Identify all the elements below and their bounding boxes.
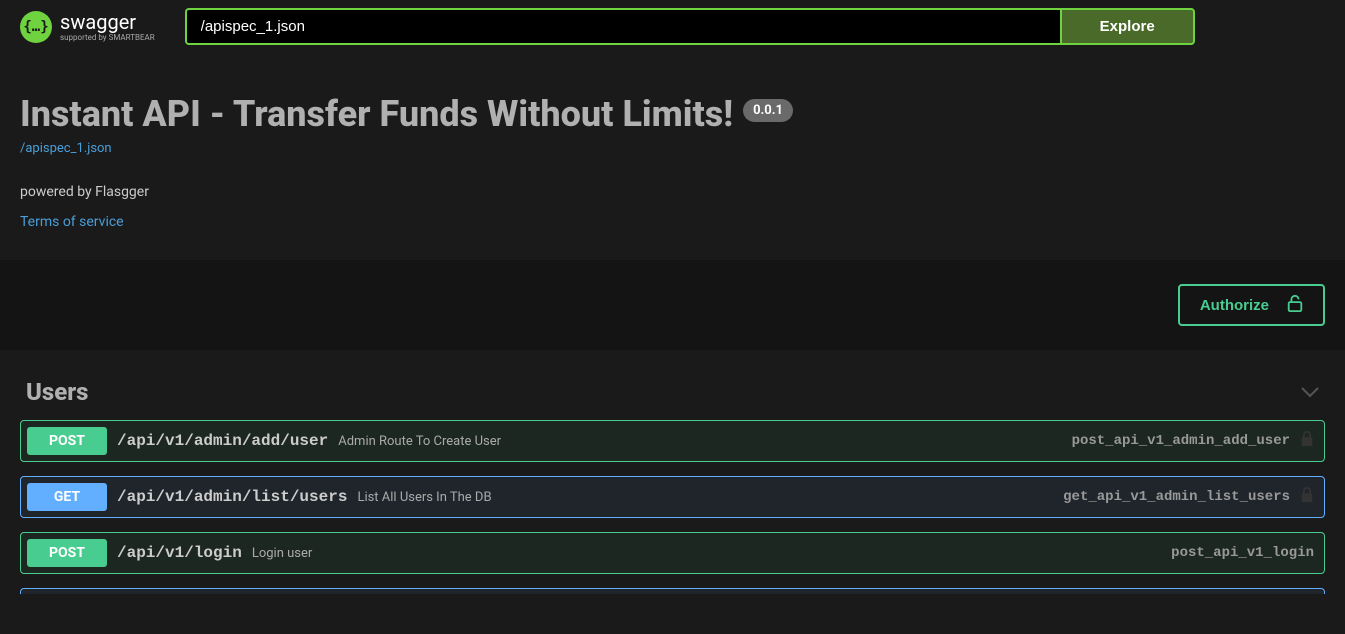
topbar: {…} swagger supported by SMARTBEAR Explo… xyxy=(0,0,1345,53)
method-badge: POST xyxy=(27,539,107,567)
chevron-down-icon xyxy=(1301,382,1319,403)
operation-row[interactable]: GET /api/v1/admin/list/users List All Us… xyxy=(20,476,1325,518)
lock-icon[interactable] xyxy=(1300,431,1314,451)
swagger-logo-icon: {…} xyxy=(20,11,52,43)
tags-section: Users POST /api/v1/admin/add/user Admin … xyxy=(0,350,1345,614)
operation-row[interactable]: POST /api/v1/login Login user post_api_v… xyxy=(20,532,1325,574)
spec-link[interactable]: /apispec_1.json xyxy=(20,141,112,156)
logo-main: swagger xyxy=(60,12,155,32)
lock-icon[interactable] xyxy=(1300,487,1314,507)
terms-of-service-link[interactable]: Terms of service xyxy=(20,214,124,230)
swagger-logo[interactable]: {…} swagger supported by SMARTBEAR xyxy=(20,11,155,43)
scheme-section: Authorize xyxy=(0,260,1345,350)
operation-path: /api/v1/login xyxy=(117,544,242,562)
swagger-logo-text: swagger supported by SMARTBEAR xyxy=(60,12,155,42)
info-section: Instant API - Transfer Funds Without Lim… xyxy=(0,53,1345,260)
operation-summary: List All Users In The DB xyxy=(357,490,491,505)
operation-path: /api/v1/admin/add/user xyxy=(117,432,328,450)
method-badge: GET xyxy=(27,483,107,511)
powered-by-text: powered by Flasgger xyxy=(20,184,1325,200)
operation-summary: Login user xyxy=(252,546,312,561)
unlock-icon xyxy=(1287,294,1303,316)
tag-header-users[interactable]: Users xyxy=(20,370,1325,420)
operation-row[interactable]: POST /api/v1/admin/add/user Admin Route … xyxy=(20,420,1325,462)
spec-url-form: Explore xyxy=(185,8,1195,45)
version-badge: 0.0.1 xyxy=(743,99,793,122)
logo-sub: supported by SMARTBEAR xyxy=(60,34,155,42)
api-title: Instant API - Transfer Funds Without Lim… xyxy=(20,93,733,135)
spec-url-input[interactable] xyxy=(185,8,1060,45)
operation-id: get_api_v1_admin_list_users xyxy=(1063,489,1290,505)
tag-name: Users xyxy=(26,378,88,406)
explore-button[interactable]: Explore xyxy=(1060,8,1195,45)
operation-path: /api/v1/admin/list/users xyxy=(117,488,347,506)
authorize-button[interactable]: Authorize xyxy=(1178,284,1325,326)
operation-id: post_api_v1_login xyxy=(1171,545,1314,561)
operation-summary: Admin Route To Create User xyxy=(338,434,501,449)
operation-id: post_api_v1_admin_add_user xyxy=(1072,433,1290,449)
authorize-label: Authorize xyxy=(1200,297,1269,314)
operation-row[interactable] xyxy=(20,588,1325,594)
title-row: Instant API - Transfer Funds Without Lim… xyxy=(20,93,1325,135)
method-badge: POST xyxy=(27,427,107,455)
